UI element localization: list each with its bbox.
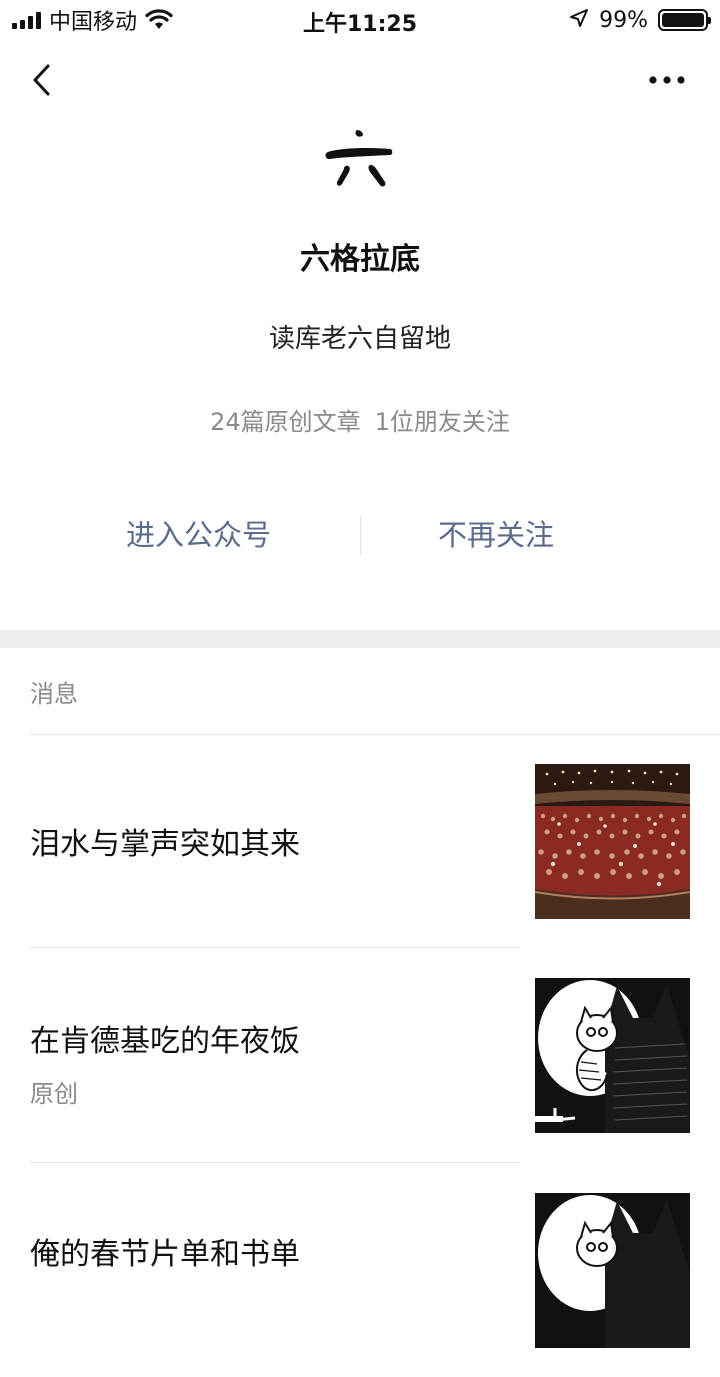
article-tag-original: 原创 [30, 1080, 78, 1108]
article-title: 泪水与掌声突如其来 [30, 827, 300, 862]
account-stats: 24篇原创文章 1位朋友关注 [0, 402, 720, 437]
article-thumbnail [535, 1193, 690, 1348]
article-item[interactable]: 在肯德基吃的年夜饭 原创 [0, 948, 720, 1163]
article-item[interactable]: 泪水与掌声突如其来 [0, 735, 720, 949]
status-bar: 中国移动 上午11:25 99% [0, 0, 720, 40]
enter-account-button[interactable]: 进入公众号 [22, 510, 382, 560]
account-name: 六格拉底 [300, 242, 420, 277]
article-title: 在肯德基吃的年夜饭 [30, 1024, 300, 1059]
more-button[interactable] [648, 70, 686, 90]
battery-percent: 99% [599, 7, 648, 33]
ellipsis-icon [649, 76, 685, 84]
status-right: 99% [569, 6, 711, 34]
unfollow-button[interactable]: 不再关注 [360, 510, 720, 560]
stats-articles: 24篇原创文章 [210, 408, 361, 436]
chevron-left-icon [33, 64, 50, 96]
article-thumbnail [535, 978, 690, 1133]
article-thumbnail [535, 764, 690, 919]
battery-fill [662, 13, 704, 27]
account-description: 读库老六自留地 [268, 324, 451, 354]
account-avatar [320, 118, 400, 198]
article-item[interactable]: 俺的春节片单和书单 [0, 1163, 720, 1377]
cat-illustration [535, 1193, 690, 1348]
section-divider-band [0, 630, 720, 648]
cat-illustration [535, 978, 690, 1133]
battery-icon [658, 9, 711, 31]
theater-audience-photo [535, 764, 690, 919]
profile-actions: 进入公众号 不再关注 [0, 510, 720, 560]
location-arrow-icon [569, 8, 589, 32]
back-button[interactable] [26, 60, 60, 100]
account-logo-icon [325, 130, 393, 187]
article-title: 俺的春节片单和书单 [30, 1237, 300, 1272]
stats-friends: 1位朋友关注 [374, 408, 510, 436]
messages-section-label: 消息 [30, 680, 78, 708]
